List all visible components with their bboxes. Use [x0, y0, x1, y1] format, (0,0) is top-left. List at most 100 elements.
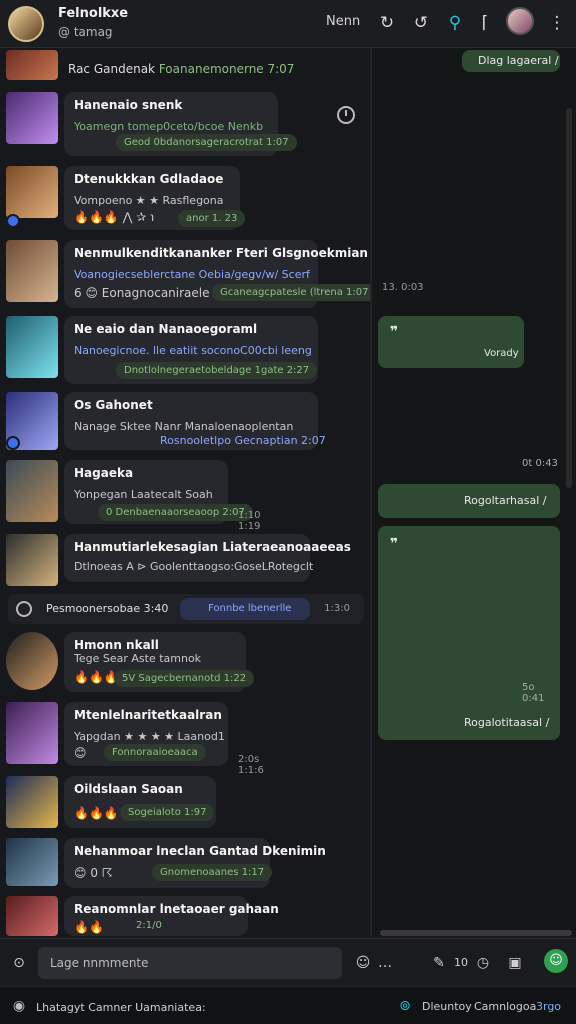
timestamp: 13. 0:03: [382, 282, 424, 293]
message-bubble: Oildslaan Saoan 🔥🔥🔥 Sogeialoto 1:97: [64, 776, 216, 828]
message-line: Yapgdan ★ ★ ★ ★ Laanod1: [74, 730, 225, 743]
user-icon[interactable]: ◉: [10, 997, 28, 1015]
avatar: [6, 534, 58, 586]
reactions[interactable]: 6 😊 Eonagnocaniraele: [74, 286, 210, 300]
pin-icon[interactable]: ⚲: [444, 12, 466, 34]
message-meta: 0 Denbaenaaorseaoop 2:07: [98, 504, 253, 521]
message-title: Hanmutiarlekesagian Liateraeanoaaeeas: [74, 540, 351, 554]
message-bubble: Hanmutiarlekesagian Liateraeanoaaeeas Dt…: [64, 534, 351, 582]
more-icon[interactable]: …: [376, 954, 394, 972]
message-title: Hagaeka: [74, 466, 134, 480]
send-button[interactable]: ☺: [544, 949, 568, 973]
message-meta: Sogeialoto 1:97: [120, 804, 215, 821]
quote-icon: ❞: [390, 536, 399, 552]
top-bar: Felnolkxe @ tamag Nenn ↻ ↺ ⚲ ⌈ ⋮: [0, 0, 576, 48]
message-line: Yoamegn tomep0ceto/bcoe Nenkb: [74, 120, 264, 133]
avatar: [6, 92, 58, 144]
avatar: [6, 316, 58, 378]
status-bar: ◉ Lhatagyt Camner Uamaniatea: ⊚ Dleuntoy…: [0, 986, 576, 1024]
message-meta: 5V Sagecbernanotd 1:22: [114, 670, 255, 687]
message-bubble: Nehanmoar lneclan Gantad Dkenimin 😊 0 ☈ …: [64, 838, 326, 888]
message-meta: Gcaneagcpatesle (ltrena 1:07: [212, 284, 370, 301]
emoji-icon[interactable]: ☺: [354, 954, 372, 972]
message-line: Nanage Sktee Nanr Manaloenaoplentan: [74, 420, 294, 433]
timestamp: 1:3:0: [324, 603, 350, 614]
message-bubble: Hanenaio snenk Yoamegn tomep0ceto/bcoe N…: [64, 92, 297, 156]
system-text: Pesmoonersobae 3:40: [46, 602, 169, 615]
avatar: [6, 50, 58, 80]
status-item[interactable]: Dleuntoy: [422, 1000, 472, 1013]
history-icon[interactable]: [337, 106, 355, 124]
reactions[interactable]: 🔥🔥🔥: [74, 806, 119, 820]
avatar: [6, 460, 58, 522]
message-line: Vompoeno ★ ★ Rasflegona: [74, 194, 224, 207]
chat-title: Felnolkxe: [58, 6, 129, 21]
status-badge: [6, 436, 20, 450]
info-icon[interactable]: ⌈: [474, 12, 496, 34]
scrollbar[interactable]: [566, 108, 572, 488]
bubble-text: Dlag lagaeral ∕: [478, 54, 559, 67]
message-meta: Rosnooletlpo Gecnaptian 2:07: [160, 434, 326, 447]
reactions[interactable]: 🔥🔥🔥: [74, 670, 119, 684]
timestamp: 1:10 1:19: [238, 510, 261, 532]
timer-icon[interactable]: ◷: [474, 954, 492, 972]
reactions[interactable]: 🔥🔥🔥 ⋀ ✰ ℩: [74, 210, 154, 224]
chat-subtitle: @ tamag: [58, 25, 113, 39]
message-bubble: ❞ 5o 0:41 Rogalotitaasal ∕: [378, 526, 560, 740]
message-title: Oildslaan Saoan: [74, 782, 183, 796]
reactions[interactable]: 😊 0 ☈: [74, 866, 113, 880]
info-icon: [16, 601, 32, 617]
message-bubble: Reanomnlar lnetaoaer gahaan 🔥🔥 2:1/0: [64, 896, 279, 936]
message-title: Dtenukkkan Gdladaoe: [74, 172, 224, 186]
avatar: [6, 632, 58, 690]
message-title: Mtenlelnaritetkaalran: [74, 708, 222, 722]
header-label: Nenn: [326, 14, 361, 29]
timestamp: 0t 0:43: [522, 458, 558, 469]
message-meta: Geod 0bdanorsageracrotrat 1:07: [116, 134, 297, 151]
avatar: [6, 776, 58, 828]
attach-icon[interactable]: ▣: [506, 954, 524, 972]
horizontal-scrollbar[interactable]: [380, 930, 572, 936]
reactions[interactable]: 🔥🔥: [74, 920, 104, 934]
camera-icon[interactable]: ⊙: [10, 954, 28, 972]
message-meta: Gnomenoaanes 1:17: [152, 864, 273, 881]
system-pill[interactable]: Fonnbe lbenerlle: [180, 598, 310, 620]
composer: ⊙ Lage nnmmente ☺ … ✎ 10 ◷ ▣: [0, 938, 576, 986]
status-item[interactable]: Camnlogoa: [474, 1000, 536, 1013]
avatar: [6, 896, 58, 936]
message-bubble: Os Gahonet Nanage Sktee Nanr Manaloenaop…: [64, 392, 326, 450]
quote-icon: ❞: [390, 324, 399, 340]
message-title: Ne eaio dan Nanaoegoraml: [74, 322, 258, 336]
message-meta: Dnotlolnegeraetobeldage 1gate 2:27: [116, 362, 318, 379]
detail-pane[interactable]: Dlag lagaeral ∕ 13. 0:03 ❞ Vorady 0t 0:4…: [372, 48, 576, 936]
avatar: [6, 166, 58, 218]
message-list[interactable]: Rac Gandenak Foananemonerne 7:07 Hanenai…: [0, 48, 370, 936]
globe-icon[interactable]: ⊚: [396, 997, 414, 1015]
message-bubble: Rogoltarhasal ∕: [378, 484, 560, 518]
message-preview: Rac Gandenak Foananemonerne 7:07: [68, 62, 295, 76]
counter: 10: [454, 956, 468, 969]
message-title: Reanomnlar lnetaoaer gahaan: [74, 902, 279, 916]
user-avatar[interactable]: [506, 7, 534, 35]
message-title: Os Gahonet: [74, 398, 153, 412]
message-bubble: ❞ Vorady: [378, 316, 524, 368]
message-line: Voanogiecseblerctane Oebia/gegv/w/ Scerf: [74, 268, 310, 281]
message-bubble: Hagaeka Yonpegan Laatecalt Soah 0 Denbae…: [64, 460, 253, 524]
pen-icon[interactable]: ✎: [430, 954, 448, 972]
bubble-text: Rogalotitaasal ∕: [464, 716, 550, 729]
more-icon[interactable]: ⋮: [546, 12, 568, 34]
message-bubble: Nenmulkenditkananker Fteri Glsgnoekmian …: [64, 240, 370, 308]
timestamp: 2:0s 1:1:6: [238, 754, 264, 776]
avatar[interactable]: [8, 6, 44, 42]
message-input[interactable]: Lage nnmmente: [38, 947, 342, 979]
message-bubble: Mtenlelnaritetkaalran Yapgdan ★ ★ ★ ★ La…: [64, 702, 228, 766]
reactions[interactable]: 😊: [74, 746, 87, 760]
message-line: Tege Sear Aste tamnok: [74, 652, 202, 665]
status-text: Lhatagyt Camner Uamaniatea:: [36, 1001, 206, 1014]
timestamp: 5o 0:41: [522, 682, 545, 704]
status-item[interactable]: 3rgo: [536, 1000, 561, 1013]
refresh-icon[interactable]: ↻: [376, 12, 398, 34]
message-title: Hanenaio snenk: [74, 98, 183, 112]
call-icon[interactable]: ↺: [410, 12, 432, 34]
message-line: Nanoegicnoe. lle eatiit soconoC00cbi lee…: [74, 344, 312, 357]
